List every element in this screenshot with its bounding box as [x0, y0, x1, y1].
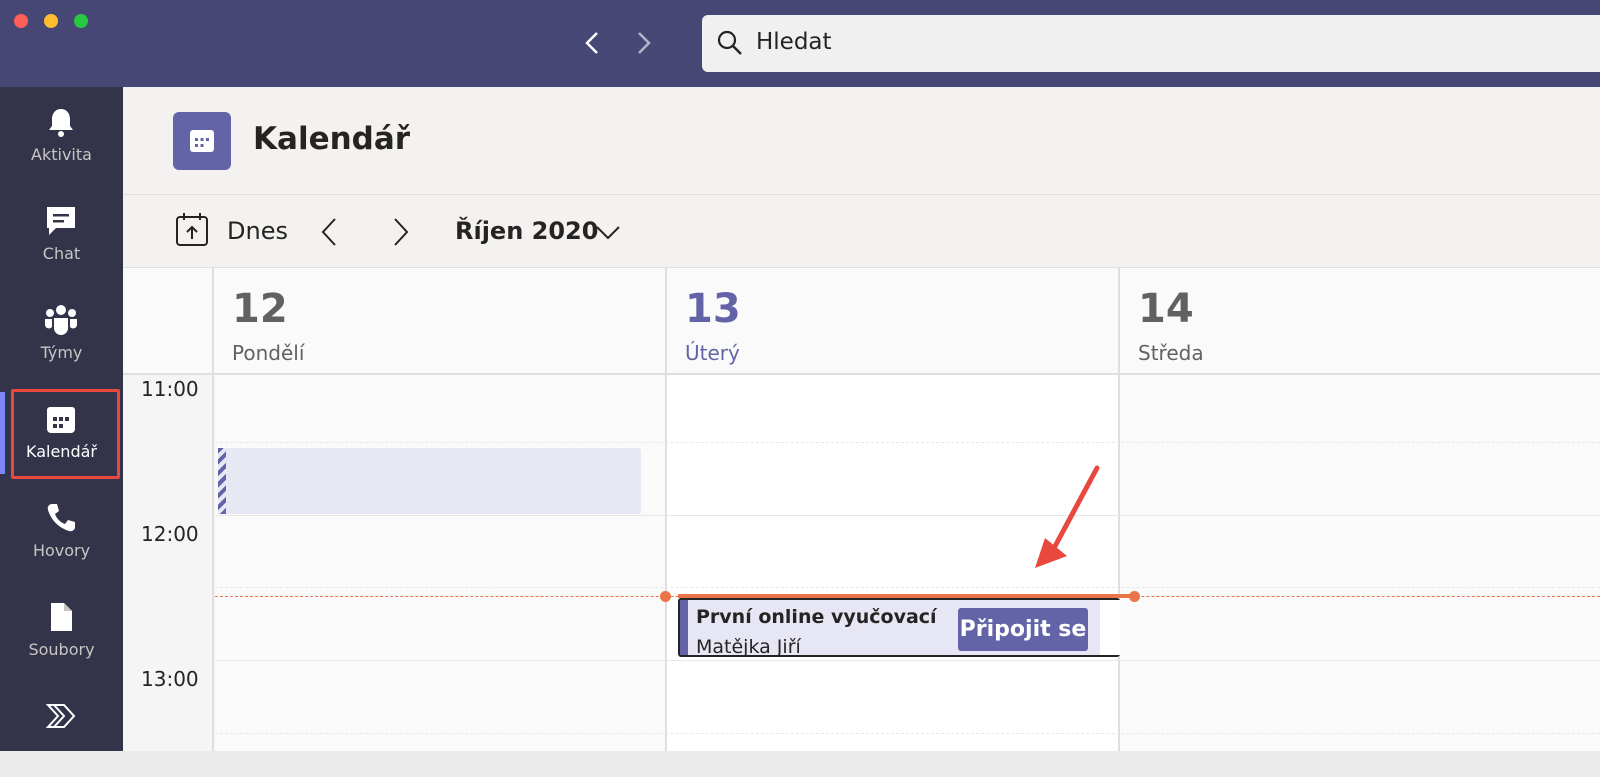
meeting-event[interactable]: První online vyučovací Matějka Jiří Přip…: [678, 598, 1120, 658]
app-header: Kalendář: [123, 87, 1600, 195]
apps-icon: [45, 704, 76, 728]
rail-item-more-apps[interactable]: [0, 681, 123, 777]
main-area: Kalendář Dnes Říjen 2020 12 Pondělí 13 Ú…: [123, 87, 1600, 751]
day-column-monday[interactable]: [212, 375, 665, 751]
event-gap: [1100, 600, 1120, 655]
rail-item-teams[interactable]: Týmy: [0, 285, 123, 381]
month-selector[interactable]: Říjen 2020: [455, 217, 598, 245]
rail-item-chat[interactable]: Chat: [0, 186, 123, 282]
calendar-app-icon: [173, 112, 231, 170]
day-number: 12: [232, 286, 288, 332]
day-weekday: Středa: [1138, 341, 1204, 365]
close-window-button[interactable]: [14, 14, 28, 28]
grid-line: [215, 442, 1600, 443]
bell-icon: [49, 109, 73, 137]
rail-label-files: Soubory: [28, 640, 95, 659]
search-input[interactable]: Hledat: [702, 15, 1600, 72]
day-number: 14: [1138, 286, 1194, 332]
grid-line: [215, 587, 1600, 588]
today-button[interactable]: Dnes: [227, 217, 288, 245]
day-header-tuesday[interactable]: 13 Úterý: [665, 268, 1118, 375]
minimize-window-button[interactable]: [44, 14, 58, 28]
event-accent: [680, 600, 688, 655]
day-weekday: Pondělí: [232, 341, 305, 365]
grid-line: [215, 515, 1600, 516]
day-number: 13: [685, 286, 741, 332]
back-arrow-icon[interactable]: [578, 28, 608, 58]
app-rail: Aktivita Chat Týmy Kalendář Hovory Soubo…: [0, 87, 123, 751]
calendar-icon: [47, 407, 75, 433]
current-time-marker: [678, 594, 1135, 598]
day-header-monday[interactable]: 12 Pondělí: [212, 268, 665, 375]
active-indicator: [0, 392, 5, 474]
join-button[interactable]: Připojit se: [958, 608, 1088, 651]
calendar-toolbar: Dnes Říjen 2020: [123, 195, 1600, 268]
rail-label-teams: Týmy: [40, 343, 83, 362]
rail-label-calls: Hovory: [32, 541, 91, 560]
rail-item-calendar[interactable]: Kalendář: [0, 384, 123, 480]
annotation-arrow-icon: [1035, 465, 1100, 568]
zoom-window-button[interactable]: [74, 14, 88, 28]
phone-icon: [47, 504, 75, 532]
search-placeholder: Hledat: [756, 29, 832, 55]
event-organizer: Matějka Jiří: [696, 636, 801, 658]
rail-item-calls[interactable]: Hovory: [0, 483, 123, 579]
grid-line: [215, 660, 1600, 661]
day-header-wednesday[interactable]: 14 Středa: [1118, 268, 1600, 375]
time-label: 11:00: [141, 377, 199, 401]
rail-label-chat: Chat: [42, 244, 81, 263]
time-label: 13:00: [141, 667, 199, 691]
day-weekday: Úterý: [685, 341, 740, 365]
time-marker-dot: [660, 591, 671, 602]
rail-label-calendar: Kalendář: [26, 442, 97, 461]
rail-item-activity[interactable]: Aktivita: [0, 87, 123, 183]
grid-line: [215, 733, 1600, 734]
chevron-right-icon[interactable]: [385, 215, 415, 249]
day-headers: 12 Pondělí 13 Úterý 14 Středa: [123, 268, 1600, 375]
chevron-left-icon[interactable]: [315, 215, 345, 249]
tentative-event[interactable]: [218, 448, 641, 514]
chevron-down-icon[interactable]: [593, 219, 623, 245]
teams-icon: [45, 305, 77, 335]
search-icon: [717, 30, 742, 55]
chat-icon: [47, 207, 75, 235]
page-title: Kalendář: [253, 121, 411, 157]
title-bar: Hledat: [0, 0, 1600, 87]
event-title: První online vyučovací: [696, 606, 937, 628]
rail-label-activity: Aktivita: [31, 145, 92, 164]
today-calendar-icon[interactable]: [175, 211, 209, 249]
rail-item-files[interactable]: Soubory: [0, 582, 123, 678]
file-icon: [51, 603, 72, 631]
time-gutter: 11:00 12:00 13:00: [123, 375, 215, 751]
forward-arrow-icon[interactable]: [628, 28, 658, 58]
time-label: 12:00: [141, 522, 199, 546]
event-stripe: [218, 448, 226, 514]
calendar-grid: 11:00 12:00 13:00 První online vyučovací…: [123, 375, 1600, 751]
day-column-wednesday[interactable]: [1118, 375, 1600, 751]
time-marker-dot: [1129, 591, 1140, 602]
